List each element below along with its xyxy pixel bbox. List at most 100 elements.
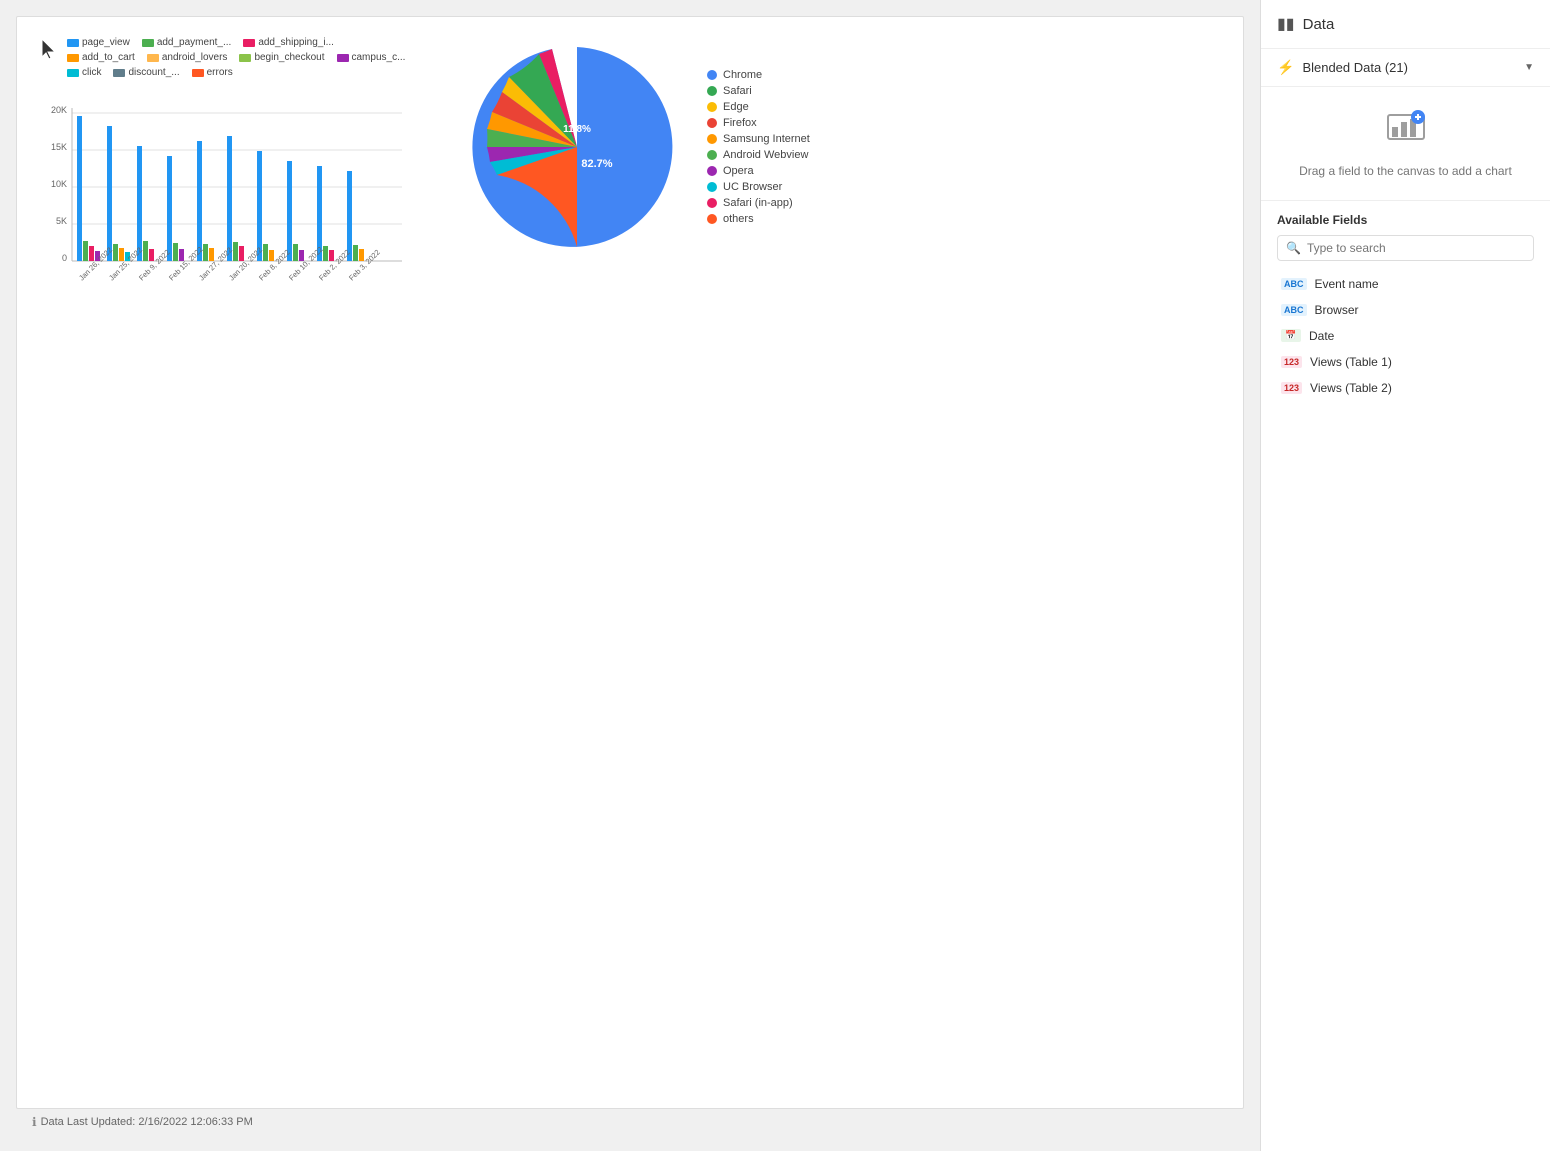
legend-item-add-to-cart: add_to_cart <box>67 52 135 63</box>
field-item-views-table2[interactable]: 123 Views (Table 2) <box>1277 375 1534 401</box>
legend-item-add-payment: add_payment_... <box>142 37 232 48</box>
pie-legend-chrome: Chrome <box>707 69 810 81</box>
main-canvas-area: page_view add_payment_... add_shipping_i… <box>0 0 1260 1151</box>
legend-color-page-view <box>67 39 79 47</box>
field-name-date: Date <box>1309 329 1334 343</box>
field-item-browser[interactable]: ABC Browser <box>1277 297 1534 323</box>
legend-color-add-to-cart <box>67 54 79 62</box>
pie-label-safari: Safari <box>723 85 752 97</box>
status-icon: ℹ <box>32 1115 37 1129</box>
legend-label-campus: campus_c... <box>352 52 406 63</box>
pie-dot-edge <box>707 102 717 112</box>
right-panel: ▮▮ Data ⚡ Blended Data (21) ▼ Drag a fie… <box>1260 0 1550 1151</box>
svg-text:11.8%: 11.8% <box>563 124 591 135</box>
field-item-date[interactable]: 📅 Date <box>1277 323 1534 349</box>
pie-legend-opera: Opera <box>707 165 810 177</box>
legend-label-add-to-cart: add_to_cart <box>82 52 135 63</box>
legend-color-click <box>67 69 79 77</box>
pie-dot-android-webview <box>707 150 717 160</box>
legend-item-errors: errors <box>192 67 233 78</box>
pie-dot-samsung <box>707 134 717 144</box>
data-icon: ▮▮ <box>1277 14 1295 34</box>
pie-legend-uc-browser: UC Browser <box>707 181 810 193</box>
legend-label-page-view: page_view <box>82 37 130 48</box>
pie-legend-others: others <box>707 213 810 225</box>
legend-label-discount: discount_... <box>128 67 179 78</box>
panel-title: Data <box>1303 16 1335 33</box>
legend-item-begin-checkout: begin_checkout <box>239 52 324 63</box>
pie-dot-chrome <box>707 70 717 80</box>
field-item-event-name[interactable]: ABC Event name <box>1277 271 1534 297</box>
legend-item-android-lovers: android_lovers <box>147 52 228 63</box>
data-source-label: Blended Data (21) <box>1302 60 1516 75</box>
pie-dot-others <box>707 214 717 224</box>
pie-legend-android-webview: Android Webview <box>707 149 810 161</box>
search-icon: 🔍 <box>1286 241 1301 255</box>
bar-chart-svg: 0 5K 10K 15K 20K <box>37 86 407 346</box>
pie-dot-safari-inapp <box>707 198 717 208</box>
available-fields-section: Available Fields 🔍 ABC Event name ABC Br… <box>1261 201 1550 409</box>
pie-label-safari-inapp: Safari (in-app) <box>723 197 793 209</box>
bar-chart-legend: page_view add_payment_... add_shipping_i… <box>37 37 407 78</box>
field-item-views-table1[interactable]: 123 Views (Table 1) <box>1277 349 1534 375</box>
legend-label-android-lovers: android_lovers <box>162 52 228 63</box>
legend-label-begin-checkout: begin_checkout <box>254 52 324 63</box>
svg-text:Feb 3, 2022: Feb 3, 2022 <box>347 248 382 283</box>
legend-color-add-shipping <box>243 39 255 47</box>
legend-label-add-shipping: add_shipping_i... <box>258 37 334 48</box>
legend-color-discount <box>113 69 125 77</box>
pie-label-samsung: Samsung Internet <box>723 133 810 145</box>
data-source-row[interactable]: ⚡ Blended Data (21) ▼ <box>1261 49 1550 87</box>
field-type-icon-date: 📅 <box>1281 329 1301 342</box>
legend-item-campus: campus_c... <box>337 52 406 63</box>
legend-label-click: click <box>82 67 101 78</box>
svg-text:0: 0 <box>62 253 67 263</box>
field-name-browser: Browser <box>1315 303 1359 317</box>
pie-chart-svg: 11.8% 82.7% <box>467 37 687 257</box>
legend-color-campus <box>337 54 349 62</box>
pie-label-others: others <box>723 213 754 225</box>
blend-icon: ⚡ <box>1277 59 1294 76</box>
legend-item-add-shipping: add_shipping_i... <box>243 37 334 48</box>
pie-label-android-webview: Android Webview <box>723 149 808 161</box>
field-type-icon-event-name: ABC <box>1281 278 1307 290</box>
pie-dot-firefox <box>707 118 717 128</box>
svg-text:5K: 5K <box>56 216 67 226</box>
pie-legend-edge: Edge <box>707 101 810 113</box>
pie-label-edge: Edge <box>723 101 749 113</box>
pie-dot-safari <box>707 86 717 96</box>
legend-color-add-payment <box>142 39 154 47</box>
drag-field-text: Drag a field to the canvas to add a char… <box>1299 163 1512 180</box>
chevron-down-icon: ▼ <box>1524 62 1534 73</box>
pie-label-firefox: Firefox <box>723 117 757 129</box>
pie-dot-uc-browser <box>707 182 717 192</box>
legend-item-discount: discount_... <box>113 67 179 78</box>
legend-color-errors <box>192 69 204 77</box>
field-name-views-table2: Views (Table 2) <box>1310 381 1392 395</box>
field-type-icon-views-t2: 123 <box>1281 382 1302 394</box>
pie-label-chrome: Chrome <box>723 69 762 81</box>
panel-header: ▮▮ Data <box>1261 0 1550 49</box>
search-box[interactable]: 🔍 <box>1277 235 1534 261</box>
svg-text:15K: 15K <box>51 142 67 152</box>
legend-item-page-view: page_view <box>67 37 130 48</box>
status-bar: ℹ Data Last Updated: 2/16/2022 12:06:33 … <box>16 1109 1244 1135</box>
status-text: Data Last Updated: 2/16/2022 12:06:33 PM <box>41 1116 253 1128</box>
pie-legend-firefox: Firefox <box>707 117 810 129</box>
field-type-icon-browser: ABC <box>1281 304 1307 316</box>
pie-chart-wrapper: 11.8% 82.7% Chrome Safari Edge <box>467 37 810 257</box>
legend-label-errors: errors <box>207 67 233 78</box>
drag-field-area: Drag a field to the canvas to add a char… <box>1261 87 1550 201</box>
field-type-icon-views-t1: 123 <box>1281 356 1302 368</box>
legend-color-android-lovers <box>147 54 159 62</box>
svg-text:10K: 10K <box>51 179 67 189</box>
svg-text:20K: 20K <box>51 105 67 115</box>
canvas-container: page_view add_payment_... add_shipping_i… <box>16 16 1244 1109</box>
search-input[interactable] <box>1307 241 1525 255</box>
field-name-views-table1: Views (Table 1) <box>1310 355 1392 369</box>
field-name-event-name: Event name <box>1315 277 1379 291</box>
chart-add-icon <box>1386 107 1426 155</box>
bar-chart-wrapper: page_view add_payment_... add_shipping_i… <box>37 37 407 351</box>
pie-label-uc-browser: UC Browser <box>723 181 782 193</box>
pie-dot-opera <box>707 166 717 176</box>
